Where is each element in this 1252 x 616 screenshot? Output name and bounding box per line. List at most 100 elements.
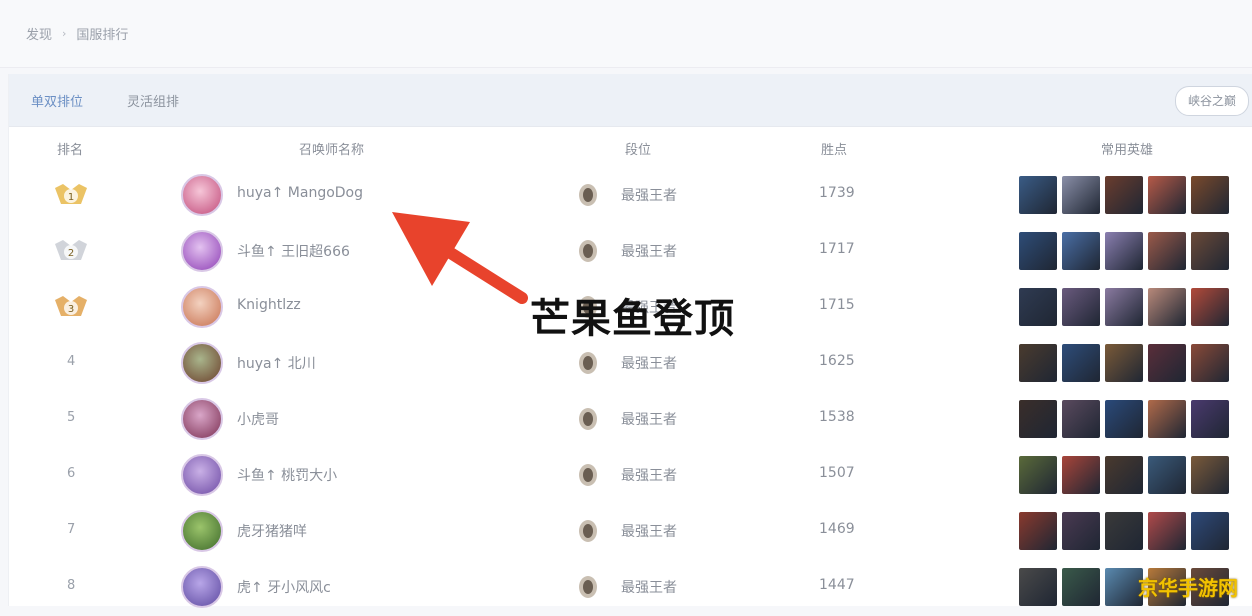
rank-number: 1 [68, 192, 74, 203]
breadcrumb: 发现 › 国服排行 [0, 0, 1252, 68]
hero-portrait-icon[interactable] [1019, 456, 1057, 494]
summoner-name[interactable]: 虎牙猪猪咩 [237, 521, 307, 541]
overlay-caption: 芒果鱼登顶 [530, 296, 735, 342]
hero-portrait-icon[interactable] [1191, 288, 1229, 326]
summoner-name[interactable]: huya↑ 北川 [237, 353, 316, 373]
league-points: 1625 [819, 353, 855, 369]
header-rank: 排名 [57, 142, 84, 158]
summoner-name[interactable]: 斗鱼↑ 桃罚大小 [237, 465, 337, 485]
avatar[interactable] [181, 342, 223, 384]
rank-badge-icon: 1 [53, 180, 89, 210]
hero-portrait-icon[interactable] [1191, 512, 1229, 550]
hero-portrait-icon[interactable] [1105, 344, 1143, 382]
server-select-button[interactable]: 峡谷之巅 [1174, 86, 1249, 116]
league-points: 1507 [819, 465, 855, 481]
league-points: 1469 [819, 521, 855, 537]
hero-portrait-icon[interactable] [1062, 176, 1100, 214]
header-name: 召唤师名称 [299, 142, 365, 158]
hero-portrait-icon[interactable] [1019, 232, 1057, 270]
common-heroes [1019, 232, 1229, 270]
table-row[interactable]: 5 小虎哥 最强王者 1538 [9, 392, 1252, 448]
hero-portrait-icon[interactable] [1148, 176, 1186, 214]
hero-portrait-icon[interactable] [1062, 288, 1100, 326]
header-heroes: 常用英雄 [1101, 142, 1154, 158]
hero-portrait-icon[interactable] [1062, 232, 1100, 270]
rank-number: 2 [68, 248, 74, 259]
hero-portrait-icon[interactable] [1191, 400, 1229, 438]
rank-badge-icon: 2 [53, 236, 89, 266]
hero-portrait-icon[interactable] [1062, 568, 1100, 606]
hero-portrait-icon[interactable] [1062, 512, 1100, 550]
hero-portrait-icon[interactable] [1019, 344, 1057, 382]
league-points: 1717 [819, 241, 855, 257]
summoner-name[interactable]: 虎↑ 牙小风风c [237, 577, 331, 597]
tier-name: 最强王者 [621, 356, 677, 372]
hero-portrait-icon[interactable] [1105, 232, 1143, 270]
avatar[interactable] [181, 510, 223, 552]
avatar[interactable] [181, 286, 223, 328]
hero-portrait-icon[interactable] [1019, 176, 1057, 214]
hero-portrait-icon[interactable] [1019, 512, 1057, 550]
table-row[interactable]: 7 虎牙猪猪咩 最强王者 1469 [9, 504, 1252, 560]
tier-name: 最强王者 [621, 412, 677, 428]
common-heroes [1019, 288, 1229, 326]
tier-name: 最强王者 [621, 468, 677, 484]
avatar[interactable] [181, 454, 223, 496]
tab-solo-duo[interactable]: 单双排位 [9, 91, 105, 110]
table-row[interactable]: 1 huya↑ MangoDog 最强王者 1739 [9, 168, 1252, 224]
avatar[interactable] [181, 398, 223, 440]
challenger-tier-icon [579, 464, 597, 486]
hero-portrait-icon[interactable] [1148, 456, 1186, 494]
hero-portrait-icon[interactable] [1148, 512, 1186, 550]
table-row[interactable]: 8 虎↑ 牙小风风c 最强王者 1447 [9, 560, 1252, 616]
hero-portrait-icon[interactable] [1105, 288, 1143, 326]
rank-number: 3 [68, 304, 74, 315]
tier-name: 最强王者 [621, 580, 677, 596]
common-heroes [1019, 176, 1229, 214]
hero-portrait-icon[interactable] [1105, 176, 1143, 214]
common-heroes [1019, 344, 1229, 382]
hero-portrait-icon[interactable] [1105, 400, 1143, 438]
avatar[interactable] [181, 230, 223, 272]
hero-portrait-icon[interactable] [1019, 288, 1057, 326]
common-heroes [1019, 512, 1229, 550]
hero-portrait-icon[interactable] [1191, 456, 1229, 494]
hero-portrait-icon[interactable] [1191, 344, 1229, 382]
hero-portrait-icon[interactable] [1148, 344, 1186, 382]
hero-portrait-icon[interactable] [1191, 232, 1229, 270]
avatar[interactable] [181, 566, 223, 608]
avatar[interactable] [181, 174, 223, 216]
table-row[interactable]: 6 斗鱼↑ 桃罚大小 最强王者 1507 [9, 448, 1252, 504]
summoner-name[interactable]: Knightlzz [237, 297, 301, 313]
hero-portrait-icon[interactable] [1019, 400, 1057, 438]
challenger-tier-icon [579, 184, 597, 206]
table-row[interactable]: 4 huya↑ 北川 最强王者 1625 [9, 336, 1252, 392]
challenger-tier-icon [579, 520, 597, 542]
league-points: 1447 [819, 577, 855, 593]
hero-portrait-icon[interactable] [1148, 400, 1186, 438]
breadcrumb-current: 国服排行 [76, 28, 129, 43]
summoner-name[interactable]: 斗鱼↑ 王旧超666 [237, 241, 350, 261]
tier-name: 最强王者 [621, 524, 677, 540]
common-heroes [1019, 456, 1229, 494]
hero-portrait-icon[interactable] [1062, 344, 1100, 382]
hero-portrait-icon[interactable] [1148, 232, 1186, 270]
hero-portrait-icon[interactable] [1105, 456, 1143, 494]
hero-portrait-icon[interactable] [1191, 176, 1229, 214]
table-row[interactable]: 2 斗鱼↑ 王旧超666 最强王者 1717 [9, 224, 1252, 280]
league-points: 1739 [819, 185, 855, 201]
tab-flex[interactable]: 灵活组排 [105, 91, 201, 110]
summoner-name[interactable]: 小虎哥 [237, 409, 279, 429]
table-header: 排名 召唤师名称 段位 胜点 常用英雄 [9, 127, 1252, 169]
rank-badge-icon: 3 [53, 292, 89, 322]
hero-portrait-icon[interactable] [1019, 568, 1057, 606]
rank-number: 5 [67, 410, 76, 425]
hero-portrait-icon[interactable] [1062, 400, 1100, 438]
hero-portrait-icon[interactable] [1062, 456, 1100, 494]
rank-number: 7 [67, 522, 76, 537]
league-points: 1538 [819, 409, 855, 425]
hero-portrait-icon[interactable] [1148, 288, 1186, 326]
summoner-name[interactable]: huya↑ MangoDog [237, 185, 363, 201]
hero-portrait-icon[interactable] [1105, 512, 1143, 550]
breadcrumb-home[interactable]: 发现 [26, 24, 52, 43]
